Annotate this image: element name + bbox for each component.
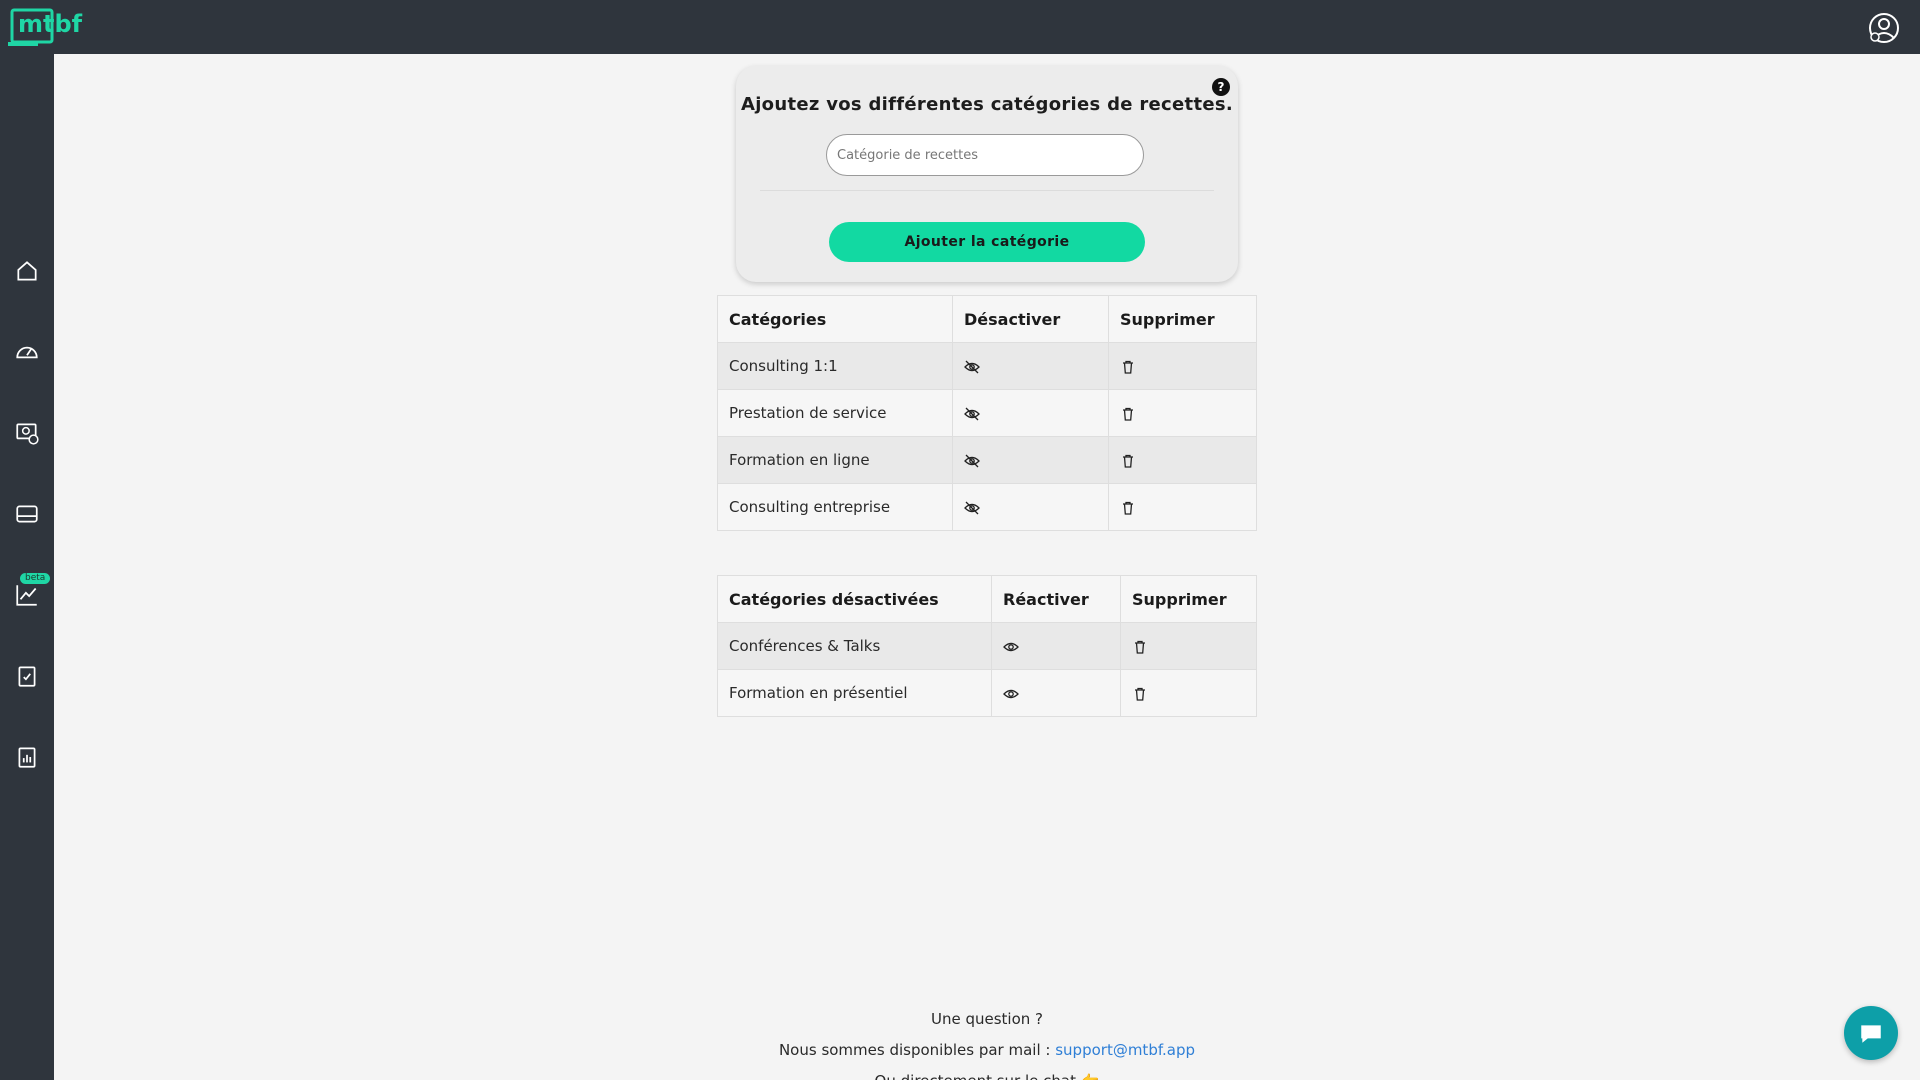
- logo-text: mtbf: [18, 10, 83, 38]
- sidebar-item-dashboard[interactable]: [0, 327, 54, 377]
- sidebar-item-home[interactable]: [0, 246, 54, 296]
- eye-slash-icon[interactable]: [964, 453, 980, 469]
- table-row: Prestation de service: [717, 389, 1257, 437]
- add-category-card: Ajoutez vos différentes catégories de re…: [736, 66, 1238, 282]
- eye-slash-icon[interactable]: [964, 359, 980, 375]
- mtbf-logo[interactable]: mtbf: [8, 4, 84, 50]
- eye-icon[interactable]: [1003, 639, 1019, 655]
- eye-slash-icon[interactable]: [964, 500, 980, 516]
- table-row: Conférences & Talks: [717, 622, 1257, 670]
- add-category-button[interactable]: Ajouter la catégorie: [829, 222, 1145, 262]
- eye-slash-icon[interactable]: [964, 406, 980, 422]
- disabled-categories-table: Catégories désactivées Réactiver Supprim…: [717, 575, 1257, 717]
- card-icon: [16, 505, 38, 523]
- trash-icon[interactable]: [1120, 359, 1136, 375]
- category-name: Consulting entreprise: [717, 483, 953, 531]
- category-name: Consulting 1:1: [717, 342, 953, 390]
- trash-icon[interactable]: [1120, 500, 1136, 516]
- footer-chat-line: Ou directement sur le chat 👉: [54, 1066, 1920, 1080]
- sidebar-item-reports[interactable]: [0, 732, 54, 782]
- header-delete: Supprimer: [1120, 575, 1257, 623]
- trash-icon[interactable]: [1120, 406, 1136, 422]
- table-row: Consulting entreprise: [717, 483, 1257, 531]
- support-email-link[interactable]: support@mtbf.app: [1055, 1041, 1195, 1059]
- clipboard-check-icon: [18, 666, 36, 687]
- home-icon: [17, 261, 37, 281]
- beta-badge: beta: [20, 573, 51, 584]
- header-deactivate: Désactiver: [952, 295, 1109, 343]
- category-input[interactable]: [826, 134, 1144, 176]
- clipboard-chart-icon: [18, 747, 36, 768]
- main-content: Ajoutez vos différentes catégories de re…: [54, 54, 1920, 1080]
- category-name: Prestation de service: [717, 389, 953, 437]
- table-row: Consulting 1:1: [717, 342, 1257, 390]
- top-bar: mtbf: [0, 0, 1920, 54]
- header-categories: Catégories: [717, 295, 953, 343]
- category-name: Conférences & Talks: [717, 622, 992, 670]
- help-icon[interactable]: ?: [1212, 78, 1230, 96]
- sidebar-item-cards[interactable]: [0, 489, 54, 539]
- eye-icon[interactable]: [1003, 686, 1019, 702]
- trash-icon[interactable]: [1120, 453, 1136, 469]
- sidebar-item-analytics[interactable]: beta: [0, 570, 54, 620]
- trash-icon[interactable]: [1132, 686, 1148, 702]
- user-icon[interactable]: [1868, 12, 1900, 44]
- active-categories-table: Catégories Désactiver Supprimer Consulti…: [717, 295, 1257, 531]
- gauge-icon: [16, 346, 38, 359]
- chat-button[interactable]: [1844, 1006, 1898, 1060]
- card-divider: [760, 190, 1214, 191]
- table-row: Formation en ligne: [717, 436, 1257, 484]
- header-disabled-categories: Catégories désactivées: [717, 575, 992, 623]
- header-reactivate: Réactiver: [991, 575, 1121, 623]
- table-header-row: Catégories désactivées Réactiver Supprim…: [717, 575, 1257, 623]
- chat-bubble-icon: [1861, 1025, 1881, 1043]
- sidebar: beta: [0, 54, 54, 1080]
- sidebar-item-tasks[interactable]: [0, 651, 54, 701]
- chart-line-icon: [16, 585, 37, 606]
- category-name: Formation en ligne: [717, 436, 953, 484]
- footer-mail-line: Nous sommes disponibles par mail : suppo…: [54, 1035, 1920, 1066]
- money-screen-icon: [16, 423, 39, 445]
- table-row: Formation en présentiel: [717, 669, 1257, 717]
- table-header-row: Catégories Désactiver Supprimer: [717, 295, 1257, 343]
- category-name: Formation en présentiel: [717, 669, 992, 717]
- sidebar-item-payments[interactable]: [0, 408, 54, 458]
- footer-question: Une question ?: [930, 1010, 1044, 1028]
- footer: Une question ? Nous sommes disponibles p…: [54, 1004, 1920, 1080]
- trash-icon[interactable]: [1132, 639, 1148, 655]
- header-delete: Supprimer: [1108, 295, 1257, 343]
- footer-mail-prefix: Nous sommes disponibles par mail :: [778, 1041, 1056, 1059]
- card-title: Ajoutez vos différentes catégories de re…: [740, 94, 1234, 115]
